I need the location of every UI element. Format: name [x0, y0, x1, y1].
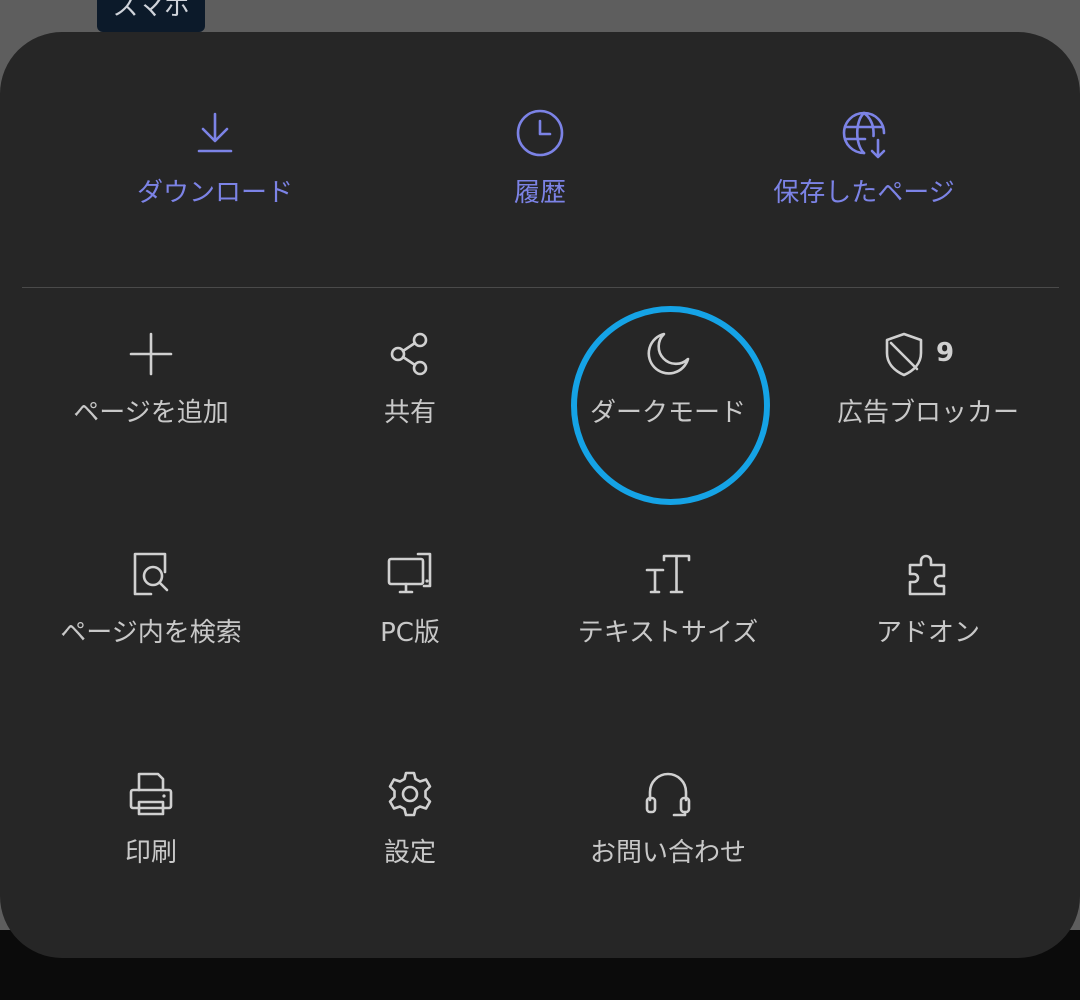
download-icon: [197, 112, 233, 153]
globe-download-icon: [842, 111, 886, 159]
printer-icon: [129, 772, 173, 816]
share-button[interactable]: 共有: [290, 328, 530, 428]
share-label: 共有: [383, 398, 436, 428]
print-label: 印刷: [124, 838, 177, 868]
background-tab-label: スマホ: [97, 0, 205, 32]
dark-mode-button[interactable]: ダークモード: [548, 328, 788, 428]
share-icon: [390, 332, 428, 376]
add-page-button[interactable]: ページを追加: [31, 328, 271, 428]
settings-button[interactable]: 設定: [290, 768, 530, 868]
text-size-button[interactable]: テキストサイズ: [548, 548, 788, 648]
add-page-label: ページを追加: [73, 398, 229, 428]
plus-icon: [129, 332, 173, 376]
addons-label: アドオン: [875, 618, 980, 648]
ad-blocker-label: 広告ブロッカー: [836, 398, 1019, 428]
puzzle-icon: [908, 554, 946, 596]
browser-menu-sheet: ダウンロード 履歴 保存したページ ページを追加 共有 ダークモード 9 広告ブ…: [0, 32, 1080, 958]
desktop-icon: [387, 552, 432, 594]
section-divider: [22, 287, 1059, 288]
download-button[interactable]: ダウンロード: [50, 106, 380, 208]
background-tab-text: スマホ: [112, 0, 190, 22]
text-size-icon: [645, 554, 691, 594]
addons-button[interactable]: アドオン: [808, 548, 1048, 648]
shield-icon: [885, 332, 923, 377]
settings-label: 設定: [383, 838, 436, 868]
desktop-site-button[interactable]: PC版: [290, 548, 530, 648]
find-in-page-icon: [133, 552, 169, 596]
ad-block-count-badge: 9: [936, 338, 955, 368]
saved-pages-button[interactable]: 保存したページ: [699, 106, 1029, 208]
find-in-page-label: ページ内を検索: [60, 618, 242, 648]
history-button[interactable]: 履歴: [375, 106, 705, 208]
history-label: 履歴: [513, 178, 566, 208]
desktop-site-label: PC版: [380, 618, 440, 648]
quick-actions-row: ダウンロード 履歴 保存したページ: [0, 32, 1080, 288]
saved-pages-label: 保存したページ: [773, 178, 955, 208]
download-label: ダウンロード: [136, 178, 293, 208]
print-button[interactable]: 印刷: [31, 768, 271, 868]
contact-label: お問い合わせ: [589, 838, 746, 868]
clock-icon: [516, 109, 564, 157]
headset-icon: [645, 772, 691, 817]
text-size-label: テキストサイズ: [577, 618, 759, 648]
ad-blocker-button[interactable]: 9 広告ブロッカー: [808, 328, 1048, 428]
dark-mode-label: ダークモード: [589, 398, 746, 428]
contact-button[interactable]: お問い合わせ: [548, 768, 788, 868]
gear-icon: [388, 771, 432, 817]
find-in-page-button[interactable]: ページ内を検索: [31, 548, 271, 648]
moon-icon: [647, 332, 690, 375]
